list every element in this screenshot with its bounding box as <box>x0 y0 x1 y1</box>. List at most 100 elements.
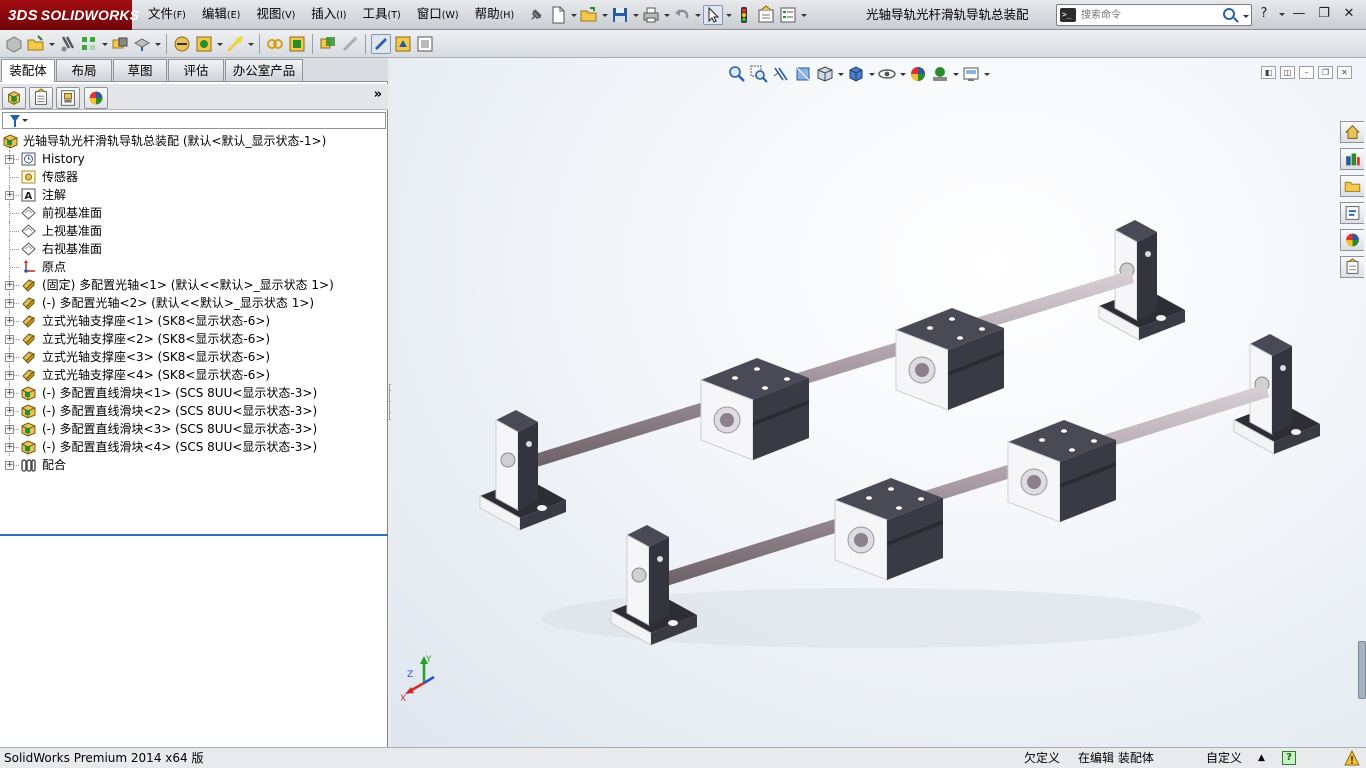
apply-scene-icon[interactable] <box>930 64 950 84</box>
instant3d-icon[interactable] <box>371 33 391 54</box>
smart-fasteners-icon[interactable] <box>110 34 130 54</box>
new-part-dropdown-icon[interactable] <box>48 34 55 54</box>
tree-item[interactable]: + (固定) 多配置光轴<1> (默认<<默认>_显示状态 1>) <box>0 276 388 294</box>
configurationmanager-tab-icon[interactable] <box>56 87 80 109</box>
solidworks-resources-icon[interactable] <box>1340 121 1364 143</box>
tab-evaluate[interactable]: 评估 <box>168 59 224 81</box>
clearance-verification-icon[interactable] <box>340 34 360 54</box>
mate-icon[interactable] <box>57 34 77 54</box>
zoom-to-area-icon[interactable] <box>749 64 769 84</box>
hide-show-dropdown-icon[interactable] <box>899 64 906 84</box>
shaft-support-3[interactable] <box>610 524 698 646</box>
expand-toggle-icon[interactable]: + <box>5 371 14 380</box>
expand-toggle-icon[interactable]: + <box>5 317 14 326</box>
menu-edit[interactable]: 编辑(E) <box>194 0 248 31</box>
linear-slider-3[interactable] <box>1007 419 1117 523</box>
help-icon[interactable]: ? <box>1253 3 1275 25</box>
tree-item[interactable]: + 立式光轴支撑座<3> (SK8<显示状态-6>) <box>0 348 388 366</box>
appearances-scenes-icon[interactable] <box>1340 229 1364 251</box>
take-snapshot-icon[interactable] <box>415 34 435 54</box>
rebuild-icon[interactable] <box>734 5 754 25</box>
displaymanager-tab-icon[interactable] <box>84 87 108 109</box>
assembly-features-icon[interactable] <box>194 34 214 54</box>
tree-item[interactable]: + 立式光轴支撑座<4> (SK8<显示状态-6>) <box>0 366 388 384</box>
pattern-dropdown-icon[interactable] <box>101 34 108 54</box>
help-dropdown-icon[interactable] <box>1278 4 1285 24</box>
new-part-icon[interactable] <box>26 34 46 54</box>
zoom-to-fit-icon[interactable] <box>727 64 747 84</box>
display-style-dropdown-icon[interactable] <box>868 64 875 84</box>
reference-dropdown-icon[interactable] <box>247 34 254 54</box>
hide-show-items-icon[interactable] <box>877 64 897 84</box>
move-dropdown-icon[interactable] <box>154 34 161 54</box>
expand-toggle-icon[interactable]: + <box>5 281 14 290</box>
view-palette-icon[interactable] <box>1340 202 1364 224</box>
tree-item[interactable]: + 立式光轴支撑座<2> (SK8<显示状态-6>) <box>0 330 388 348</box>
expand-toggle-icon[interactable]: + <box>5 443 14 452</box>
search-icon[interactable] <box>1223 8 1235 20</box>
split-horizontal-icon[interactable]: ◫ <box>1280 66 1295 79</box>
linear-slider-2[interactable] <box>700 357 810 461</box>
display-style-icon[interactable] <box>846 64 866 84</box>
command-search[interactable] <box>1056 4 1252 26</box>
show-hidden-components-icon[interactable] <box>172 34 192 54</box>
quick-tips-icon[interactable]: ? <box>1282 751 1296 765</box>
interference-detection-icon[interactable] <box>318 34 338 54</box>
tree-root-assembly[interactable]: 光轴导轨光杆滑轨导轨总装配 (默认<默认_显示状态-1>) <box>0 132 388 150</box>
minimize-icon[interactable]: — <box>1288 3 1310 25</box>
open-dropdown-icon[interactable] <box>601 5 608 25</box>
tree-end-rollback-bar[interactable] <box>0 534 388 536</box>
menu-tools[interactable]: 工具(T) <box>355 0 409 31</box>
features-dropdown-icon[interactable] <box>216 34 223 54</box>
tree-item[interactable]: 传感器 <box>0 168 388 186</box>
tree-item[interactable]: 上视基准面 <box>0 222 388 240</box>
featuremanager-tab-icon[interactable] <box>2 87 26 109</box>
print-icon[interactable] <box>641 5 661 25</box>
solidworks-logo[interactable]: 3DS SOLIDWORKS <box>0 0 139 30</box>
split-view-icon[interactable]: ◧ <box>1261 66 1276 79</box>
expand-toggle-icon[interactable]: + <box>5 155 14 164</box>
edit-appearance-icon[interactable] <box>908 64 928 84</box>
scene-dropdown-icon[interactable] <box>952 64 959 84</box>
expand-toggle-icon[interactable]: + <box>5 191 14 200</box>
tab-layout[interactable]: 布局 <box>56 59 112 81</box>
section-view-icon[interactable] <box>793 64 813 84</box>
tab-assembly[interactable]: 装配体 <box>1 59 55 82</box>
tree-item[interactable]: + 立式光轴支撑座<1> (SK8<显示状态-6>) <box>0 312 388 330</box>
command-search-input[interactable] <box>1081 7 1221 23</box>
linear-pattern-icon[interactable] <box>79 34 99 54</box>
undo-dropdown-icon[interactable] <box>694 5 701 25</box>
expand-toggle-icon[interactable]: + <box>5 353 14 362</box>
tree-item[interactable]: + History <box>0 150 388 168</box>
tab-office-products[interactable]: 办公室产品 <box>225 59 303 81</box>
tree-item[interactable]: + (-) 多配置直线滑块<2> (SCS 8UU<显示状态-3>) <box>0 402 388 420</box>
view-settings-dropdown-icon[interactable] <box>983 64 990 84</box>
units-dropdown-icon[interactable]: ▲ <box>1258 748 1265 768</box>
bill-of-materials-icon[interactable] <box>287 34 307 54</box>
reference-geometry-icon[interactable] <box>225 34 245 54</box>
menu-help[interactable]: 帮助(H) <box>467 0 523 31</box>
tree-item[interactable]: 前视基准面 <box>0 204 388 222</box>
tree-item[interactable]: + (-) 多配置光轴<2> (默认<<默认>_显示状态 1>) <box>0 294 388 312</box>
assembly-model-view[interactable] <box>391 58 1366 747</box>
select-dropdown-icon[interactable] <box>725 5 732 25</box>
exploded-view-icon[interactable] <box>265 34 285 54</box>
tree-filter[interactable] <box>2 112 386 129</box>
menu-view[interactable]: 视图(V) <box>248 0 303 31</box>
menu-insert[interactable]: 插入(I) <box>303 0 354 31</box>
view-orientation-icon[interactable] <box>815 64 835 84</box>
graphics-scroll-grip[interactable] <box>1358 641 1366 699</box>
save-icon[interactable] <box>610 5 630 25</box>
restore-icon[interactable]: ❐ <box>1313 3 1335 25</box>
menu-window[interactable]: 窗口(W) <box>409 0 467 31</box>
viewport-minimize-icon[interactable]: – <box>1299 66 1314 79</box>
tab-sketch[interactable]: 草图 <box>113 59 167 81</box>
status-units[interactable]: 自定义 <box>1206 748 1242 768</box>
expand-toggle-icon[interactable]: + <box>5 461 14 470</box>
warning-icon[interactable] <box>1344 750 1360 766</box>
print-dropdown-icon[interactable] <box>663 5 670 25</box>
tree-item[interactable]: + (-) 多配置直线滑块<4> (SCS 8UU<显示状态-3>) <box>0 438 388 456</box>
graphics-area[interactable]: ◧ ◫ – ❐ ✕ Y Z X <box>391 58 1366 747</box>
options-dropdown-icon[interactable] <box>800 5 807 25</box>
pin-icon[interactable] <box>526 5 546 25</box>
